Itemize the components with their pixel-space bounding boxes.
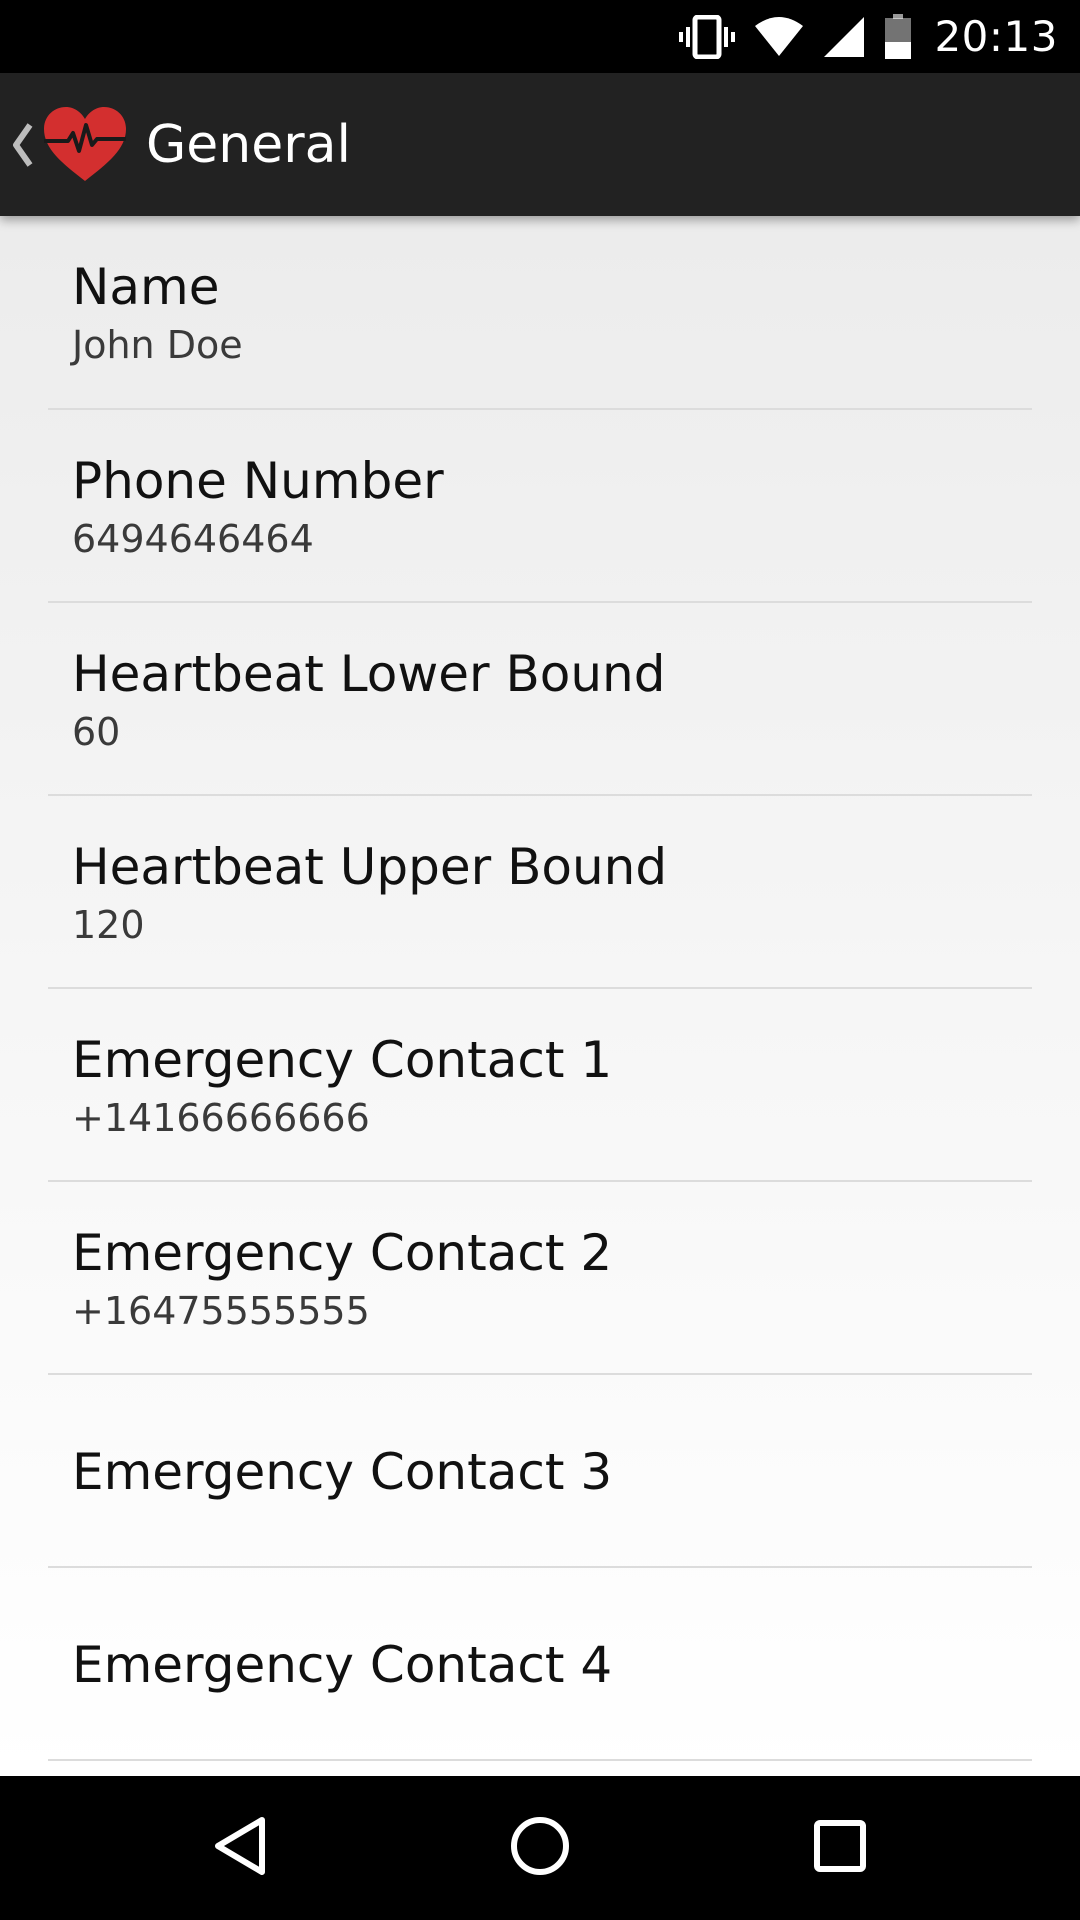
pref-title: Phone Number xyxy=(72,451,444,510)
status-time: 20:13 xyxy=(934,12,1058,61)
pref-item-emergency-contact-1[interactable]: Emergency Contact 1 +14166666666 xyxy=(48,989,1032,1182)
heart-pulse-logo-icon xyxy=(42,105,128,187)
pref-summary: +14166666666 xyxy=(72,1095,370,1140)
back-chevron-icon xyxy=(12,123,34,171)
page-title: General xyxy=(146,114,351,175)
pref-summary: +16475555555 xyxy=(72,1288,370,1333)
screen: 20:13 General Name John Doe Phone Number… xyxy=(0,0,1080,1920)
pref-item-emergency-contact-4[interactable]: Emergency Contact 4 xyxy=(48,1568,1032,1761)
wifi-icon xyxy=(754,0,804,73)
nav-back-icon xyxy=(212,1816,268,1880)
action-bar: General xyxy=(0,73,1080,216)
pref-item-emergency-contact-3[interactable]: Emergency Contact 3 xyxy=(48,1375,1032,1568)
up-button[interactable] xyxy=(0,73,140,216)
pref-summary: 60 xyxy=(72,709,121,754)
pref-title: Heartbeat Lower Bound xyxy=(72,644,666,703)
nav-home-icon xyxy=(510,1816,570,1880)
pref-title: Name xyxy=(72,258,220,316)
pref-summary: 6494646464 xyxy=(72,516,314,561)
pref-title: Heartbeat Upper Bound xyxy=(72,837,668,896)
battery-icon xyxy=(884,0,912,73)
status-bar: 20:13 xyxy=(0,0,1080,73)
preference-list: Name John Doe Phone Number 6494646464 He… xyxy=(0,216,1080,1776)
navigation-bar xyxy=(0,1776,1080,1920)
pref-title: Emergency Contact 2 xyxy=(72,1223,613,1282)
status-icons: 20:13 xyxy=(678,0,1058,73)
pref-item-heartbeat-lower-bound[interactable]: Heartbeat Lower Bound 60 xyxy=(48,603,1032,796)
vibrate-icon xyxy=(678,0,736,73)
cellular-signal-icon xyxy=(822,0,866,73)
pref-title: Emergency Contact 1 xyxy=(72,1030,613,1089)
pref-summary: John Doe xyxy=(72,323,243,367)
pref-title: Emergency Contact 4 xyxy=(72,1635,613,1694)
pref-item-name[interactable]: Name John Doe xyxy=(48,216,1032,410)
pref-item-heartbeat-upper-bound[interactable]: Heartbeat Upper Bound 120 xyxy=(48,796,1032,989)
nav-home-button[interactable] xyxy=(440,1776,640,1920)
nav-back-button[interactable] xyxy=(140,1776,340,1920)
nav-recents-icon xyxy=(813,1819,867,1877)
nav-recents-button[interactable] xyxy=(740,1776,940,1920)
pref-summary: 120 xyxy=(72,902,145,947)
pref-item-phone-number[interactable]: Phone Number 6494646464 xyxy=(48,410,1032,603)
pref-item-emergency-contact-2[interactable]: Emergency Contact 2 +16475555555 xyxy=(48,1182,1032,1375)
pref-title: Emergency Contact 3 xyxy=(72,1442,613,1501)
